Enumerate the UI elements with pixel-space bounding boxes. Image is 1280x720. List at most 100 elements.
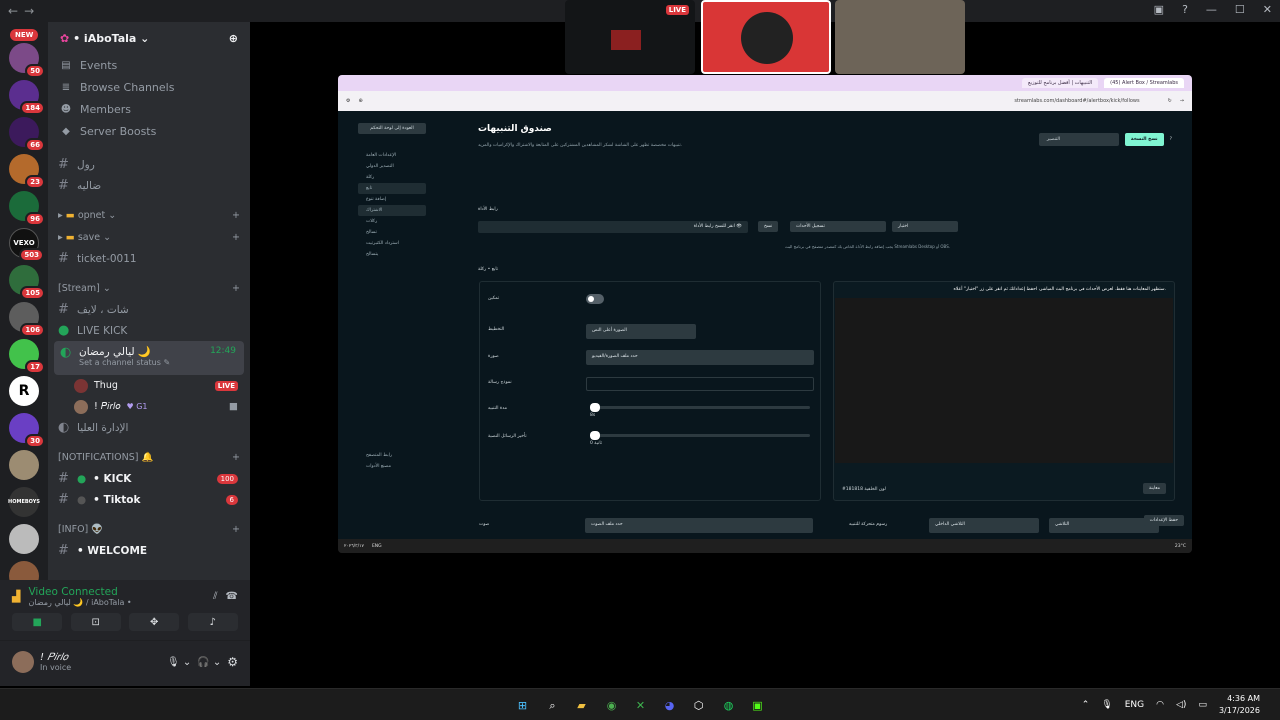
server-icon[interactable]: 96	[9, 191, 45, 226]
sound-picker[interactable]: حدد ملف الصوت	[585, 518, 813, 533]
menu-members[interactable]: ☻ Members	[48, 98, 250, 120]
activities-button[interactable]: ✥	[129, 613, 180, 631]
channel-live-chat[interactable]: # شات ، لايف	[48, 299, 250, 320]
headphones-icon[interactable]: 🎧 ⌄	[197, 657, 221, 668]
settings-icon[interactable]: ⚙	[346, 98, 350, 104]
server-icon[interactable]: 184	[9, 80, 45, 115]
voice-user-thug[interactable]: Thug LIVE	[48, 375, 250, 396]
language-indicator[interactable]: ENG	[1125, 700, 1144, 710]
inbox-icon[interactable]: ▣	[1154, 3, 1164, 16]
menu-events[interactable]: ▤ Events	[48, 54, 250, 76]
kick-icon[interactable]: ▣	[749, 697, 766, 714]
layout-select[interactable]: الصورة أعلى النص	[586, 324, 696, 339]
volume-icon[interactable]: ◁)	[1176, 700, 1186, 710]
back-to-dashboard-button[interactable]: العودة إلى لوحة التحكم	[358, 123, 426, 134]
side-item[interactable]: مصنع الأدوات	[358, 461, 426, 472]
screen-share-button[interactable]: ⊡	[70, 613, 121, 631]
server-icon[interactable]: R	[9, 376, 39, 406]
discord-icon[interactable]: ◕	[661, 697, 678, 714]
server-icon[interactable]: 105	[9, 265, 45, 300]
server-icon[interactable]: 23	[9, 154, 45, 189]
test-button[interactable]: اختبار	[892, 221, 958, 232]
side-item[interactable]: استرداد الكتبرتيت	[358, 238, 426, 249]
disconnect-icon[interactable]: ☎	[226, 591, 238, 602]
channel-live-kick[interactable]: ● LIVE KICK	[48, 320, 250, 341]
server-icon[interactable]: VEXO 503	[9, 228, 44, 262]
battery-icon[interactable]: ▭	[1198, 700, 1207, 710]
side-item[interactable]: تسالخ	[358, 227, 426, 238]
server-icon[interactable]: 29	[9, 561, 39, 582]
extensions-icon[interactable]: ⊕	[358, 98, 362, 104]
spotify-icon[interactable]: ◍	[720, 697, 737, 714]
minimize-button[interactable]: —	[1206, 3, 1217, 16]
server-icon[interactable]: HOMEBOYS	[8, 487, 40, 517]
category-info[interactable]: [INFO] 👽 +	[48, 518, 250, 540]
start-icon[interactable]: ⊞	[514, 697, 531, 714]
server-icon[interactable]	[9, 524, 39, 554]
xbox-icon[interactable]: ✕	[632, 697, 649, 714]
noise-suppression-icon[interactable]: ⫽	[213, 591, 217, 602]
file-explorer-icon[interactable]: ▰	[573, 697, 590, 714]
side-item[interactable]: ركلات	[358, 216, 426, 227]
side-item[interactable]: الاشتراك	[358, 205, 426, 216]
voice-channel-active[interactable]: ◐ ليالي رمضان 🌙 Set a channel status ✎ 1…	[54, 341, 244, 375]
delay-slider[interactable]	[590, 431, 810, 440]
category-notifications[interactable]: [NOTIFICATIONS] 🔔 +	[48, 446, 250, 468]
side-item[interactable]: التصدير الدولي	[358, 161, 426, 172]
side-item[interactable]: الإعدادات العامة	[358, 150, 426, 161]
browser-tab-active[interactable]: (45) Alert Box / Streamlabs	[1104, 78, 1184, 88]
voice-user-pirlo[interactable]: ! 𝑃𝑖𝑟𝑙𝑜 ♥ G1 ■	[48, 396, 250, 417]
microphone-icon[interactable]: 🎙	[1101, 700, 1112, 710]
help-icon[interactable]: ?	[1170, 137, 1172, 142]
side-item[interactable]: يتسالخ	[358, 249, 426, 260]
save-settings-button[interactable]: حفظ الإعدادات	[1143, 515, 1184, 526]
avatar[interactable]	[12, 651, 34, 673]
widget-url-field[interactable]: انقر للنسخ رابط الأداة 👁	[478, 221, 748, 233]
camera-tile-speaking[interactable]	[701, 0, 831, 74]
microphone-icon[interactable]: 🎙 ⌄	[167, 657, 191, 668]
server-icon[interactable]: 17	[9, 339, 45, 374]
category-stream[interactable]: [Stream] ⌄ +	[48, 277, 250, 299]
chevron-up-icon[interactable]: ⌃	[1082, 700, 1090, 710]
search-icon[interactable]: ⌕	[544, 697, 561, 714]
anim-out-select[interactable]: التلاشي	[1049, 518, 1159, 533]
close-button[interactable]: ✕	[1263, 3, 1272, 16]
server-icon[interactable]: 66	[9, 117, 45, 152]
chrome-icon[interactable]: ◉	[603, 697, 620, 714]
launch-button[interactable]: نسخ النسخة	[1124, 133, 1164, 146]
forward-icon[interactable]: →	[1180, 98, 1184, 104]
menu-browse-channels[interactable]: ≣ Browse Channels	[48, 76, 250, 98]
folder-opnet[interactable]: ▸ ▬ opnet ⌄ +	[48, 204, 250, 226]
copy-button[interactable]: نسخ	[758, 221, 779, 232]
help-icon[interactable]: ?	[1182, 3, 1188, 16]
duration-slider[interactable]	[590, 403, 810, 412]
maximize-button[interactable]: ☐	[1235, 3, 1245, 16]
channel-kick[interactable]: # ● • KICK 100	[48, 468, 250, 489]
side-item[interactable]: رابط المتصفح	[358, 450, 426, 461]
side-item-active[interactable]: تابع	[358, 183, 426, 194]
url-field[interactable]: streamlabs.com/dashboard#/alertbox/kick/…	[371, 98, 1160, 104]
guild-header[interactable]: ✿ • iAboTala ⌄ ⊕	[48, 22, 250, 54]
anim-in-select[interactable]: التلاشي الداخلي	[929, 518, 1039, 533]
channel-admin[interactable]: ◐ الإدارة العليا	[48, 417, 250, 438]
camera-button[interactable]: ■	[12, 613, 63, 631]
server-icon[interactable]: 30	[9, 413, 45, 448]
reload-icon[interactable]: ↻	[1168, 98, 1172, 104]
side-item[interactable]: إضافة تنوع	[358, 194, 426, 205]
app-icon[interactable]: ⬡	[690, 697, 707, 714]
mode-dropdown[interactable]: التنصير	[1038, 133, 1119, 146]
browser-tab[interactable]: التنبيهات | أفضل برنامج للتوزيع	[1022, 78, 1099, 88]
clock[interactable]: 4:36 AM 3/17/2026	[1219, 693, 1260, 717]
server-icon[interactable]: 106	[9, 302, 45, 337]
channel-rules[interactable]: # رول	[48, 154, 250, 175]
enable-toggle[interactable]	[586, 294, 604, 304]
add-member-icon[interactable]: ⊕	[229, 32, 238, 45]
settings-gear-icon[interactable]: ⚙	[227, 655, 238, 669]
menu-server-boosts[interactable]: ◆ Server Boosts	[48, 120, 250, 142]
wifi-icon[interactable]: ◠	[1156, 700, 1164, 710]
soundboard-button[interactable]: ♪	[187, 613, 238, 631]
channel-ticket[interactable]: # ticket-0011	[48, 248, 250, 269]
side-item[interactable]: ركلة	[358, 172, 426, 183]
image-picker[interactable]: حدد ملف الصورة/الفيديو	[586, 350, 814, 365]
server-icon[interactable]: 50	[9, 43, 45, 78]
